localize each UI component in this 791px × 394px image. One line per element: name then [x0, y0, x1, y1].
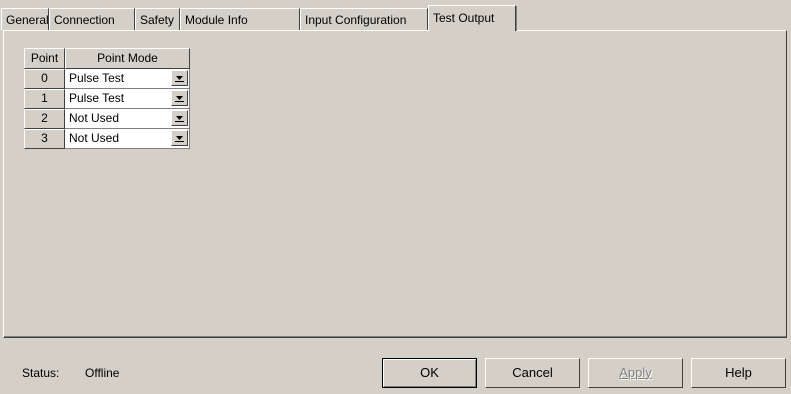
point-mode-value: Pulse Test: [69, 91, 125, 105]
point-mode-select[interactable]: Pulse Test: [65, 69, 190, 89]
tab-label: Connection: [54, 13, 115, 27]
cancel-button[interactable]: Cancel: [485, 358, 580, 388]
ok-button[interactable]: OK: [382, 358, 477, 388]
point-mode-value: Not Used: [69, 131, 120, 145]
apply-button[interactable]: Apply: [588, 358, 683, 388]
point-mode-value: Not Used: [69, 111, 120, 125]
tab-test-output[interactable]: Test Output: [428, 5, 517, 31]
tab-input-configuration[interactable]: Input Configuration: [300, 8, 428, 30]
point-mode-value: Pulse Test: [69, 71, 125, 85]
tab-label: Module Info: [185, 13, 248, 27]
tab-module-info[interactable]: Module Info: [180, 8, 300, 30]
chevron-down-icon: [175, 136, 184, 142]
point-cell: 3: [24, 129, 65, 149]
column-header-point[interactable]: Point: [24, 48, 65, 69]
tab-strip: General Connection Safety Module Info In…: [0, 0, 791, 31]
point-mode-select[interactable]: Pulse Test: [65, 89, 190, 109]
dropdown-button[interactable]: [171, 90, 188, 106]
tab-shadow: [516, 6, 517, 31]
tab-connection[interactable]: Connection: [49, 8, 135, 30]
chevron-down-icon: [175, 116, 184, 122]
tab-label: Input Configuration: [305, 13, 407, 27]
status-label: Status:: [22, 366, 60, 380]
point-cell: 0: [24, 69, 65, 89]
tab-safety[interactable]: Safety: [135, 8, 180, 30]
table-row: 0 Pulse Test: [24, 69, 190, 89]
table-row: 3 Not Used: [24, 129, 190, 149]
table-row: 2 Not Used: [24, 109, 190, 129]
point-mode-select[interactable]: Not Used: [65, 129, 190, 149]
chevron-down-icon: [175, 76, 184, 82]
table-row: 1 Pulse Test: [24, 89, 190, 109]
column-header-point-mode[interactable]: Point Mode: [65, 48, 190, 69]
point-mode-grid: Point Point Mode 0 Pulse Test 1 Pulse Te…: [24, 48, 190, 149]
dropdown-button[interactable]: [171, 130, 188, 146]
grid-header-row: Point Point Mode: [24, 48, 190, 69]
dropdown-button[interactable]: [171, 110, 188, 126]
apply-button-label: Apply: [619, 365, 652, 380]
point-cell: 1: [24, 89, 65, 109]
help-button[interactable]: Help: [691, 358, 786, 388]
point-mode-select[interactable]: Not Used: [65, 109, 190, 129]
point-cell: 2: [24, 109, 65, 129]
tab-label: General: [6, 13, 49, 27]
tab-general[interactable]: General: [1, 8, 49, 30]
tab-label: Safety: [140, 13, 175, 27]
tab-label: Test Output: [433, 11, 495, 25]
dropdown-button[interactable]: [171, 70, 188, 86]
chevron-down-icon: [175, 96, 184, 102]
status-value: Offline: [85, 366, 120, 380]
